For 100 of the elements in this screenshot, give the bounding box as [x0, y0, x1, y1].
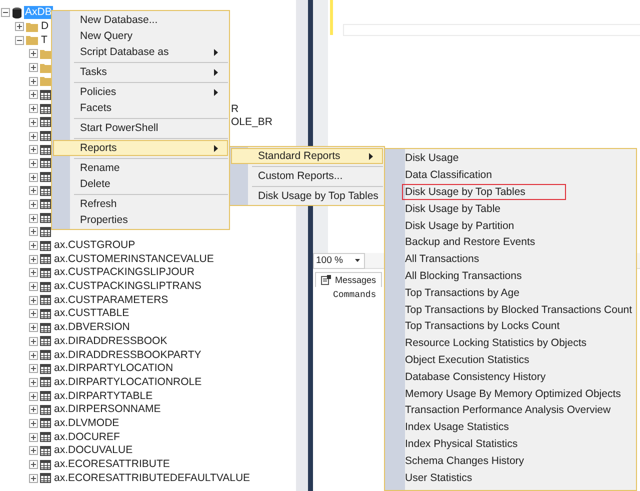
- menu-item[interactable]: Index Usage Statistics: [402, 419, 550, 436]
- menu-item[interactable]: Resource Locking Statistics by Objects: [402, 335, 628, 352]
- tree-item-label[interactable]: ax.DBVERSION: [53, 321, 131, 334]
- menu-item[interactable]: Top Transactions by Age: [402, 284, 560, 301]
- expand-toggle[interactable]: [29, 378, 38, 387]
- menu-item[interactable]: Disk Usage by Top Tables: [231, 188, 383, 204]
- tree-item-label[interactable]: D: [40, 20, 50, 34]
- expand-toggle[interactable]: [29, 268, 38, 278]
- table-icon: [40, 240, 51, 251]
- expand-toggle[interactable]: [29, 200, 38, 209]
- menu-item[interactable]: Start PowerShell: [53, 120, 228, 136]
- tree-item-label[interactable]: ax.DOCUREF: [53, 430, 121, 444]
- menu-item[interactable]: Memory Usage By Memory Optimized Objects: [402, 386, 640, 402]
- expand-toggle[interactable]: [29, 132, 38, 141]
- menu-item[interactable]: Properties: [53, 212, 228, 228]
- menu-item[interactable]: Top Transactions by Locks Count: [402, 318, 601, 334]
- tree-item-label[interactable]: ax.DIRPARTYLOCATION: [53, 362, 174, 376]
- expand-toggle[interactable]: [29, 104, 38, 114]
- expand-toggle[interactable]: [29, 76, 38, 86]
- menu-item[interactable]: Transaction Performance Analysis Overview: [402, 402, 640, 418]
- expand-toggle[interactable]: [29, 118, 38, 127]
- expand-toggle[interactable]: [29, 446, 38, 456]
- expand-toggle[interactable]: [1, 8, 10, 18]
- expand-toggle[interactable]: [29, 405, 38, 414]
- tree-item-label[interactable]: ax.CUSTGROUP: [53, 239, 136, 252]
- menu-item[interactable]: Backup and Restore Events: [402, 234, 576, 250]
- menu-item[interactable]: Reports: [53, 140, 228, 156]
- menu-item[interactable]: Rename: [53, 160, 228, 176]
- menu-item[interactable]: Disk Usage: [402, 150, 500, 166]
- menu-item[interactable]: Disk Usage by Partition: [402, 218, 556, 234]
- expand-toggle[interactable]: [29, 323, 38, 332]
- expand-toggle[interactable]: [15, 36, 24, 45]
- tree-item-label[interactable]: ax.DIRPARTYLOCATIONROLE: [53, 376, 203, 389]
- submenu-arrow-icon: [214, 68, 218, 76]
- menu-item[interactable]: All Blocking Transactions: [402, 268, 563, 284]
- table-icon: [40, 377, 51, 388]
- zoom-dropdown[interactable]: 100 %: [313, 252, 365, 268]
- menu-item[interactable]: Custom Reports...: [231, 168, 383, 184]
- expand-toggle[interactable]: [29, 474, 38, 483]
- tree-item-label[interactable]: R: [231, 102, 239, 115]
- menu-item[interactable]: Disk Usage by Table: [402, 200, 542, 217]
- expand-toggle[interactable]: [29, 418, 38, 428]
- expand-toggle[interactable]: [29, 186, 38, 196]
- tree-item-label[interactable]: ax.DOCUVALUE: [53, 444, 134, 458]
- menu-item[interactable]: Delete: [53, 176, 228, 192]
- menu-item[interactable]: Tasks: [53, 64, 228, 80]
- expand-toggle[interactable]: [29, 392, 38, 401]
- tree-item-label[interactable]: ax.DIRADDRESSBOOKPARTY: [53, 348, 202, 362]
- expand-toggle[interactable]: [29, 49, 38, 58]
- expand-toggle[interactable]: [29, 90, 38, 100]
- expand-toggle[interactable]: [29, 254, 38, 264]
- expand-toggle[interactable]: [29, 336, 38, 346]
- expand-toggle[interactable]: [29, 145, 38, 154]
- tree-item-label[interactable]: ax.CUSTPARAMETERS: [53, 294, 170, 307]
- expand-toggle[interactable]: [29, 241, 38, 250]
- tree-item-label[interactable]: ax.DIRADDRESSBOOK: [53, 334, 168, 348]
- tree-item-label[interactable]: OLE_BR: [231, 116, 272, 128]
- menu-item[interactable]: Data Classification: [402, 167, 533, 184]
- table-icon: [40, 226, 51, 237]
- expand-toggle[interactable]: [29, 350, 38, 360]
- tree-item-label[interactable]: ax.ECORESATTRIBUTEDEFAULTVALUE: [53, 472, 252, 485]
- table-icon: [40, 282, 51, 292]
- tree-item-label[interactable]: T: [40, 34, 48, 47]
- menu-item[interactable]: Policies: [53, 84, 228, 100]
- menu-item[interactable]: Database Consistency History: [402, 368, 587, 385]
- tree-item-label[interactable]: ax.DIRPERSONNAME: [53, 403, 162, 416]
- menu-item[interactable]: Script Database as: [53, 44, 228, 60]
- expand-toggle[interactable]: [29, 296, 38, 305]
- expand-toggle[interactable]: [29, 282, 38, 292]
- expand-toggle[interactable]: [29, 432, 38, 442]
- menu-item[interactable]: User Statistics: [402, 470, 514, 486]
- tree-item-label[interactable]: ax.CUSTTABLE: [53, 307, 130, 320]
- menu-item[interactable]: Facets: [53, 100, 228, 116]
- menu-item[interactable]: Refresh: [53, 196, 228, 212]
- menu-item[interactable]: Object Execution Statistics: [402, 352, 570, 368]
- menu-item[interactable]: Disk Usage by Top Tables: [402, 184, 566, 200]
- expand-toggle[interactable]: [29, 309, 38, 318]
- expand-toggle[interactable]: [29, 158, 38, 168]
- expand-toggle[interactable]: [29, 460, 38, 470]
- expand-toggle[interactable]: [15, 22, 24, 32]
- expand-toggle[interactable]: [29, 364, 38, 374]
- expand-toggle[interactable]: [29, 172, 38, 182]
- tree-item-label[interactable]: ax.CUSTOMERINSTANCEVALUE: [53, 252, 215, 266]
- menu-item[interactable]: Schema Changes History: [402, 452, 566, 469]
- menu-item[interactable]: Top Transactions by Blocked Transactions Count: [402, 302, 640, 318]
- expand-toggle[interactable]: [29, 227, 38, 236]
- tree-item-label[interactable]: ax.DLVMODE: [53, 416, 120, 430]
- menu-item[interactable]: New Query: [53, 28, 228, 44]
- table-icon: [40, 158, 51, 168]
- expand-toggle[interactable]: [29, 214, 38, 223]
- tree-item-label[interactable]: ax.CUSTPACKINGSLIPJOUR: [53, 266, 196, 280]
- expand-toggle[interactable]: [29, 63, 38, 72]
- menu-item[interactable]: All Transactions: [402, 251, 520, 268]
- tree-item-label[interactable]: ax.CUSTPACKINGSLIPTRANS: [53, 280, 202, 294]
- tree-item-label[interactable]: ax.ECORESATTRIBUTE: [53, 458, 171, 472]
- menu-item[interactable]: Standard Reports: [231, 148, 383, 164]
- menu-item[interactable]: New Database...: [53, 12, 228, 28]
- tree-item-label[interactable]: ax.DIRPARTYTABLE: [53, 390, 154, 403]
- menu-item[interactable]: Index Physical Statistics: [402, 436, 559, 452]
- results-tab[interactable]: Messages: [315, 272, 382, 287]
